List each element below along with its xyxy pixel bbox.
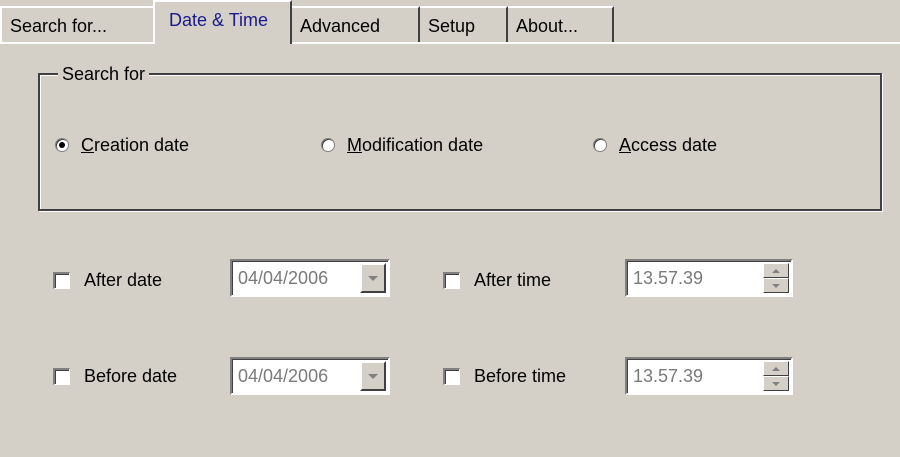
arrow-down-icon [772,381,780,386]
checkbox-unchecked-icon [53,271,70,289]
tab-label: Advanced [300,16,381,36]
chevron-down-icon [368,373,378,379]
checkbox-unchecked-icon [53,367,70,385]
spin-down-button[interactable] [763,376,789,391]
radio-label: Modification date [347,134,484,155]
tab-label: Setup [428,16,476,36]
checkbox-unchecked-icon [443,367,460,385]
spin-up-button[interactable] [763,263,789,278]
tab-label: About... [516,16,579,36]
before-date-value: 04/04/2006 [238,366,329,386]
search-for-legend: Search for [58,62,150,86]
access-date-radio[interactable]: Access date [593,133,717,157]
checkbox-label: After date [84,269,163,290]
arrow-up-icon [772,268,780,273]
tab-date-time[interactable]: Date & Time [153,0,292,44]
before-date-combo[interactable]: 04/04/2006 [230,357,390,395]
tab-advanced[interactable]: Advanced [292,6,420,42]
arrow-up-icon [772,366,780,371]
checkbox-unchecked-icon [443,271,460,289]
modification-date-radio[interactable]: Modification date [321,133,483,157]
arrow-down-icon [772,283,780,288]
spin-up-button[interactable] [763,361,789,376]
tab-about[interactable]: About... [508,6,614,42]
spin-buttons [763,263,789,293]
radio-unselected-icon [321,138,335,152]
radio-label: Access date [619,134,718,155]
before-time-spinner[interactable]: 13.57.39 [625,357,793,395]
chevron-down-icon [368,275,378,281]
tab-strip: Search for... Date & Time Advanced Setup… [0,0,900,44]
creation-date-radio[interactable]: Creation date [55,133,189,157]
checkbox-label: After time [474,269,552,290]
before-time-checkbox[interactable]: Before time [443,364,566,388]
tab-setup[interactable]: Setup [420,6,508,42]
after-date-combo[interactable]: 04/04/2006 [230,259,390,297]
checkbox-label: Before time [474,365,567,386]
dropdown-button[interactable] [360,361,386,391]
radio-unselected-icon [593,138,607,152]
tab-label: Date & Time [169,10,269,30]
tab-label: Search for... [10,16,108,36]
after-date-value: 04/04/2006 [238,268,329,288]
after-time-value: 13.57.39 [633,268,704,288]
checkbox-label: Before date [84,365,178,386]
spin-down-button[interactable] [763,278,789,293]
spin-buttons [763,361,789,391]
tab-search-for[interactable]: Search for... [0,6,155,42]
dropdown-button[interactable] [360,263,386,293]
before-date-checkbox[interactable]: Before date [53,364,177,388]
tab-divider [0,42,155,44]
radio-selected-icon [55,138,69,152]
after-time-spinner[interactable]: 13.57.39 [625,259,793,297]
after-date-checkbox[interactable]: After date [53,268,162,292]
before-time-value: 13.57.39 [633,366,704,386]
after-time-checkbox[interactable]: After time [443,268,551,292]
radio-label: Creation date [81,134,190,155]
